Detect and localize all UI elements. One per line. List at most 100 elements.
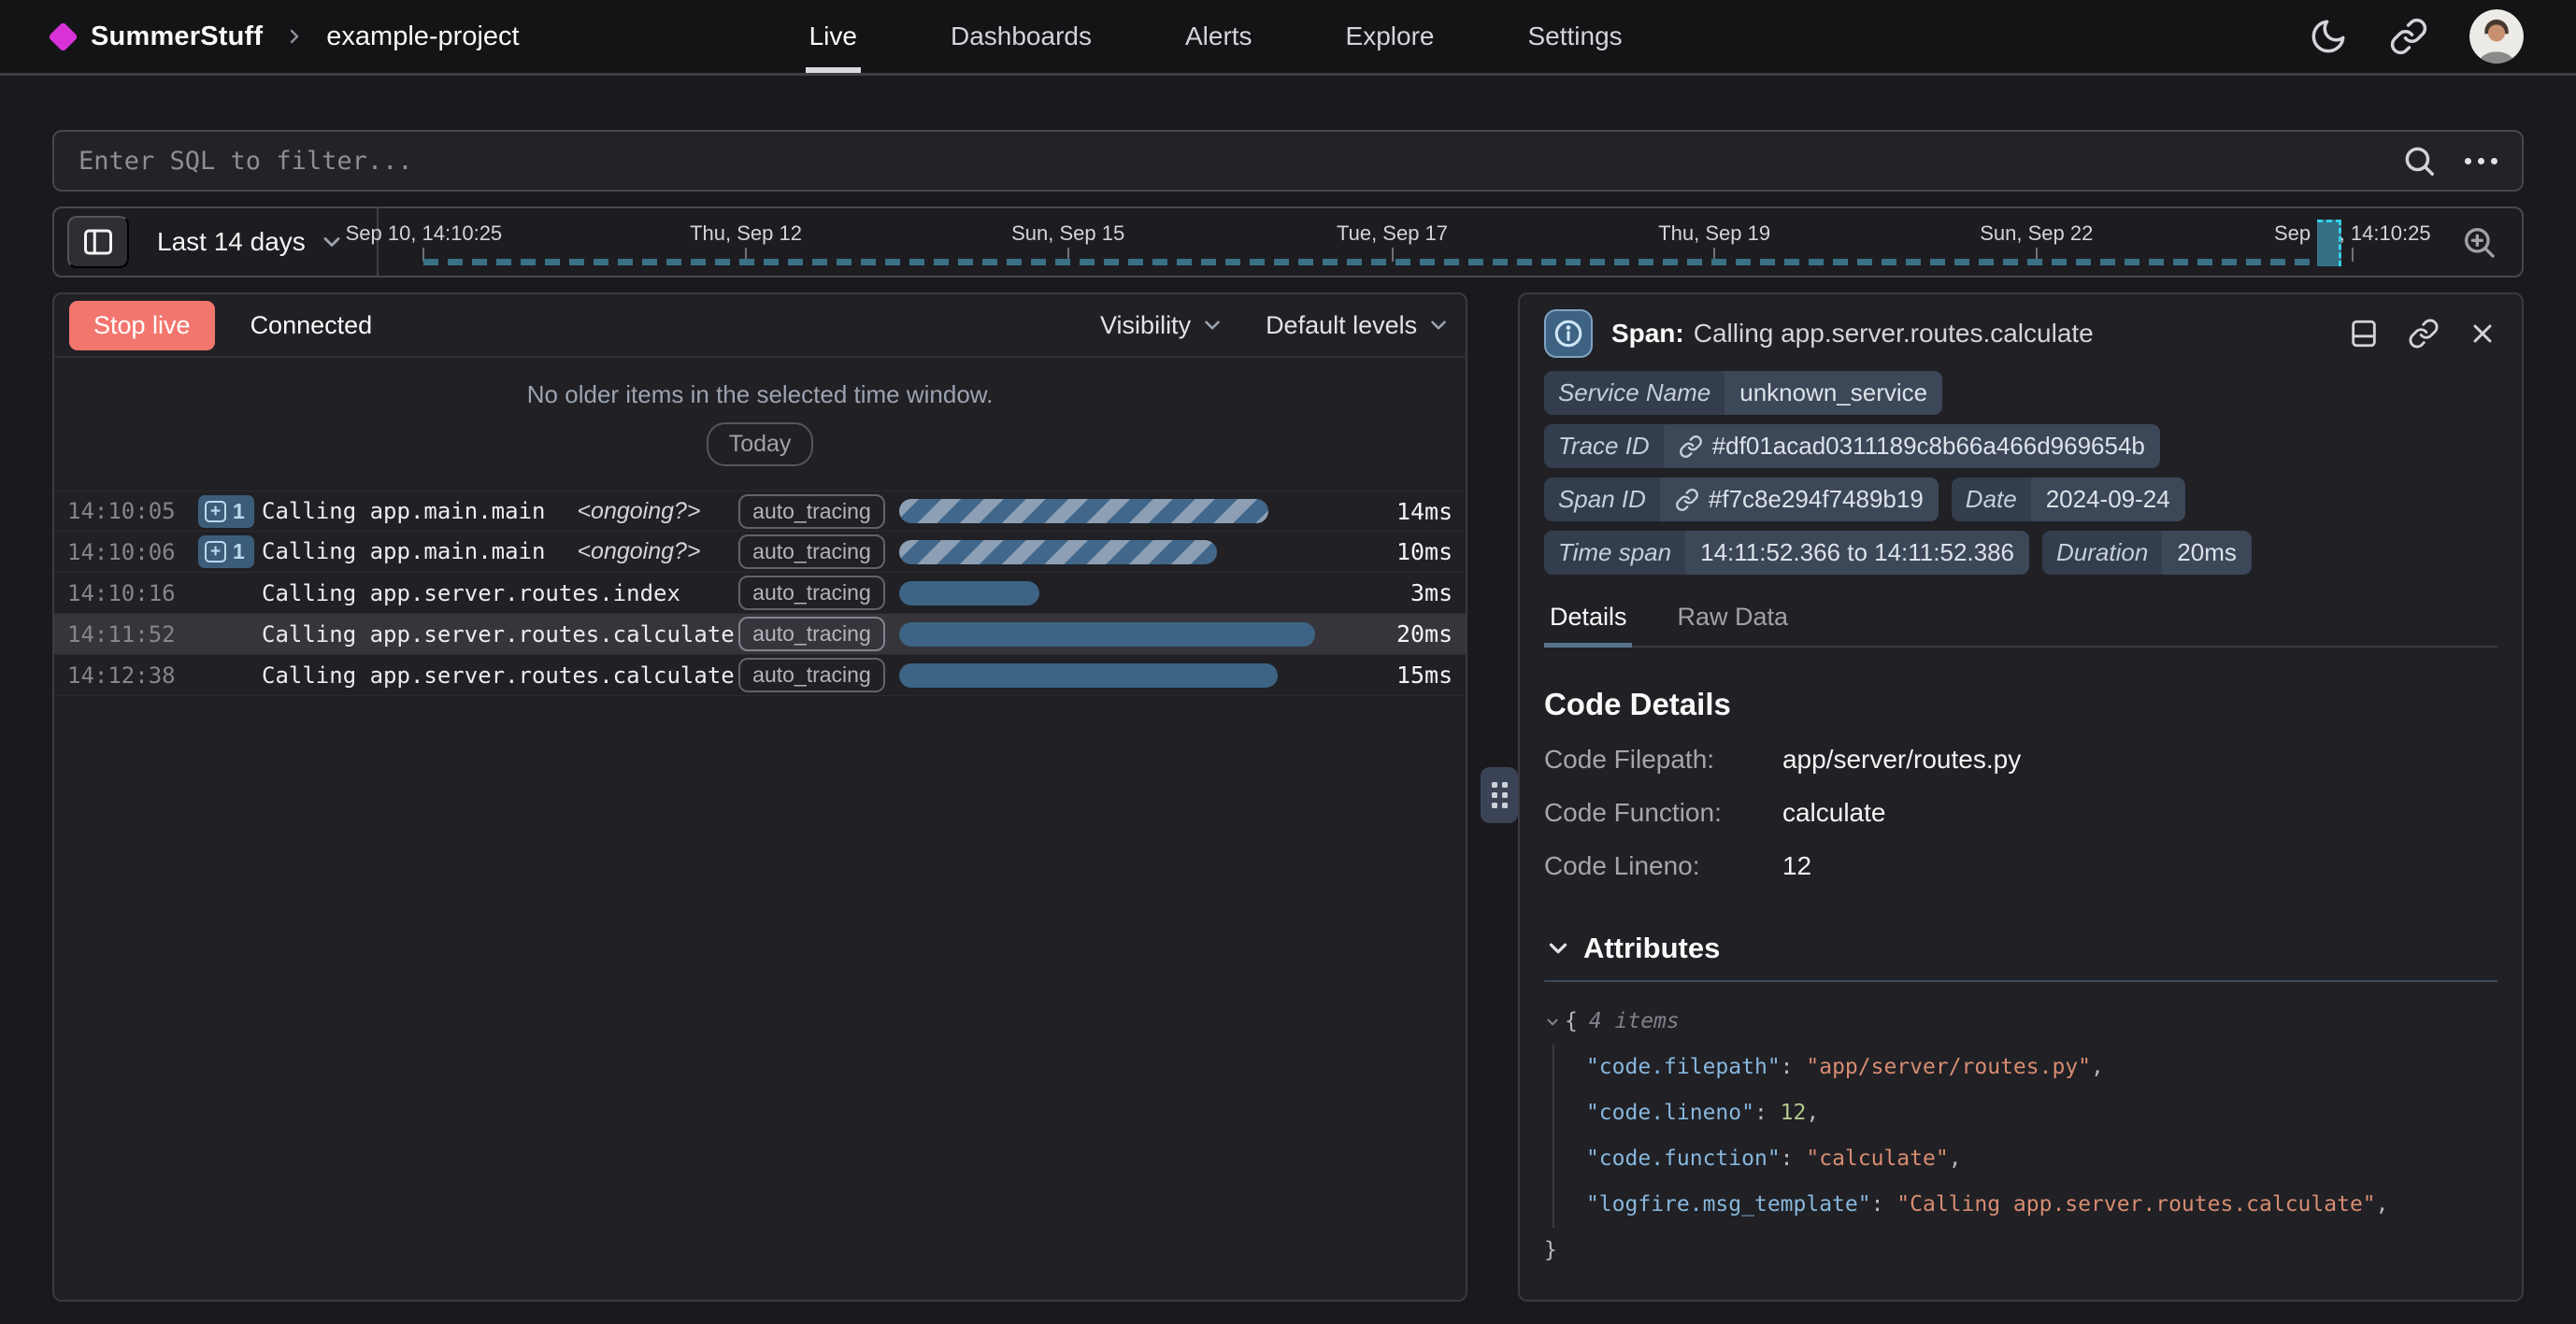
sql-filter-input[interactable]	[79, 147, 2401, 176]
table-row-selected[interactable]: 14:11:52 Calling app.server.routes.calcu…	[54, 614, 1466, 655]
table-row[interactable]: 14:10:16 Calling app.server.routes.index…	[54, 573, 1466, 614]
logo-diamond-icon	[48, 21, 79, 52]
link-icon[interactable]	[2408, 318, 2440, 349]
expand-children-badge[interactable]: + 1	[198, 495, 254, 528]
tab-details[interactable]: Details	[1544, 593, 1633, 648]
row-duration: 15ms	[1367, 662, 1453, 689]
timeline-tick-label: Thu, Sep 19	[1658, 221, 1770, 246]
chevron-down-icon	[1544, 934, 1572, 962]
code-details-list: Code Filepath: app/server/routes.py Code…	[1544, 745, 2497, 881]
timeline-tick-label: Sep 10, 14:10:25	[346, 221, 503, 246]
row-timestamp: 14:10:05	[67, 498, 198, 524]
moon-icon[interactable]	[2309, 17, 2348, 56]
main-content: Stop live Connected Visibility Default l…	[52, 292, 2524, 1302]
tab-raw-data[interactable]: Raw Data	[1671, 593, 1794, 648]
attributes-heading: Attributes	[1583, 932, 1720, 965]
meta-duration: Duration 20ms	[2042, 531, 2252, 575]
table-row[interactable]: 14:12:38 Calling app.server.routes.calcu…	[54, 655, 1466, 696]
link-icon	[1675, 488, 1699, 512]
meta-trace-id[interactable]: Trace ID #df01acad0311189c8b66a466d96965…	[1544, 424, 2160, 468]
panel-bottom-icon[interactable]	[2348, 318, 2380, 349]
ongoing-indicator: <ongoing?>	[577, 498, 700, 525]
meta-span-id[interactable]: Span ID #f7c8e294f7489b19	[1544, 477, 1939, 521]
json-entry: "code.lineno": 12,	[1586, 1090, 2497, 1136]
detail-title: Span:Calling app.server.routes.calculate	[1611, 319, 2094, 349]
chevron-right-icon	[283, 25, 306, 48]
duration-bar	[899, 540, 1217, 564]
row-timestamp: 14:10:06	[67, 539, 198, 565]
timeline-tick-label: Sep 24, 14:10:25	[2274, 221, 2431, 246]
more-options-icon[interactable]	[2465, 158, 2497, 164]
timeline-bar: Last 14 days Sep 10, 14:10:25 Thu, Sep 1…	[52, 206, 2524, 278]
chevron-down-icon	[319, 229, 345, 255]
timeline-tick-label: Tue, Sep 17	[1337, 221, 1448, 246]
tab-settings[interactable]: Settings	[1524, 0, 1625, 73]
sidebar-toggle-icon[interactable]	[67, 216, 129, 268]
tab-explore[interactable]: Explore	[1342, 0, 1438, 73]
live-panel-header: Stop live Connected Visibility Default l…	[54, 294, 1466, 358]
activity-spike	[2317, 220, 2341, 266]
meta-time-span: Time span 14:11:52.366 to 14:11:52.386	[1544, 531, 2029, 575]
span-detail-panel: Span:Calling app.server.routes.calculate…	[1518, 292, 2524, 1302]
attributes-toggle[interactable]: Attributes	[1544, 932, 2497, 965]
child-count: 1	[233, 499, 245, 524]
table-row[interactable]: 14:10:06 + 1 Calling app.main.main <ongoi…	[54, 532, 1466, 573]
avatar[interactable]	[2469, 9, 2524, 64]
tag-badge: auto_tracing	[738, 494, 885, 529]
time-range-select[interactable]: Last 14 days	[157, 227, 345, 257]
timeline-chart[interactable]: Sep 10, 14:10:25 Thu, Sep 12 Sun, Sep 15…	[379, 208, 2443, 276]
log-rows: 14:10:05 + 1 Calling app.main.main <ongoi…	[54, 491, 1466, 696]
visibility-dropdown[interactable]: Visibility	[1100, 311, 1224, 340]
top-nav: SummerStuff example-project Live Dashboa…	[0, 0, 2576, 76]
tab-live[interactable]: Live	[806, 0, 861, 73]
tag-badge: auto_tracing	[738, 534, 885, 569]
chevron-down-icon	[1200, 313, 1224, 337]
stop-live-button[interactable]: Stop live	[69, 301, 215, 350]
tab-dashboards[interactable]: Dashboards	[947, 0, 1095, 73]
timeline-tick-label: Sun, Sep 15	[1011, 221, 1124, 246]
main-tabs: Live Dashboards Alerts Explore Settings	[763, 0, 1669, 73]
sql-filter-bar	[52, 130, 2524, 192]
link-icon[interactable]	[2389, 17, 2428, 56]
collapse-caret-icon[interactable]	[1544, 1014, 1561, 1031]
org-name[interactable]: SummerStuff	[91, 21, 263, 52]
plus-square-icon: +	[205, 501, 226, 522]
span-meta: Service Name unknown_service Trace ID #d…	[1544, 371, 2497, 575]
project-name[interactable]: example-project	[326, 21, 519, 52]
today-button[interactable]: Today	[707, 422, 814, 466]
connection-status: Connected	[250, 311, 373, 340]
detail-header: Span:Calling app.server.routes.calculate	[1544, 294, 2497, 360]
meta-date: Date 2024-09-24	[1952, 477, 2185, 521]
row-duration: 3ms	[1367, 579, 1453, 606]
timeline-tick-label: Thu, Sep 12	[690, 221, 802, 246]
tab-alerts[interactable]: Alerts	[1181, 0, 1256, 73]
tag-badge: auto_tracing	[738, 617, 885, 651]
close-icon[interactable]	[2468, 319, 2497, 349]
expand-children-badge[interactable]: + 1	[198, 535, 254, 568]
row-message: Calling app.main.main	[262, 498, 545, 524]
table-row[interactable]: 14:10:05 + 1 Calling app.main.main <ongoi…	[54, 491, 1466, 532]
detail-tabs: Details Raw Data	[1544, 593, 2497, 648]
json-body: "code.filepath": "app/server/routes.py",…	[1553, 1045, 2497, 1228]
row-message: Calling app.server.routes.calculate	[262, 662, 735, 689]
attributes-json: { 4 items "code.filepath": "app/server/r…	[1544, 999, 2497, 1274]
nav-actions	[2309, 0, 2524, 73]
default-levels-dropdown[interactable]: Default levels	[1266, 311, 1451, 340]
zoom-in-icon[interactable]	[2460, 223, 2497, 261]
breadcrumb: SummerStuff example-project	[52, 0, 520, 73]
code-details-heading: Code Details	[1544, 687, 2497, 722]
tag-badge: auto_tracing	[738, 658, 885, 692]
json-entry: "code.function": "calculate",	[1586, 1136, 2497, 1182]
search-icon[interactable]	[2401, 143, 2437, 178]
row-timestamp: 14:11:52	[67, 621, 198, 648]
duration-bar	[899, 663, 1278, 688]
ongoing-indicator: <ongoing?>	[577, 538, 700, 565]
row-message: Calling app.main.main	[262, 538, 545, 564]
meta-service-name: Service Name unknown_service	[1544, 371, 1942, 415]
time-range-label: Last 14 days	[157, 227, 306, 257]
row-message: Calling app.server.routes.index	[262, 580, 680, 606]
timeline-tick-label: Sun, Sep 22	[1980, 221, 2093, 246]
divider	[1544, 980, 2497, 982]
panel-resize-handle[interactable]	[1481, 767, 1518, 823]
duration-bar	[899, 499, 1268, 523]
